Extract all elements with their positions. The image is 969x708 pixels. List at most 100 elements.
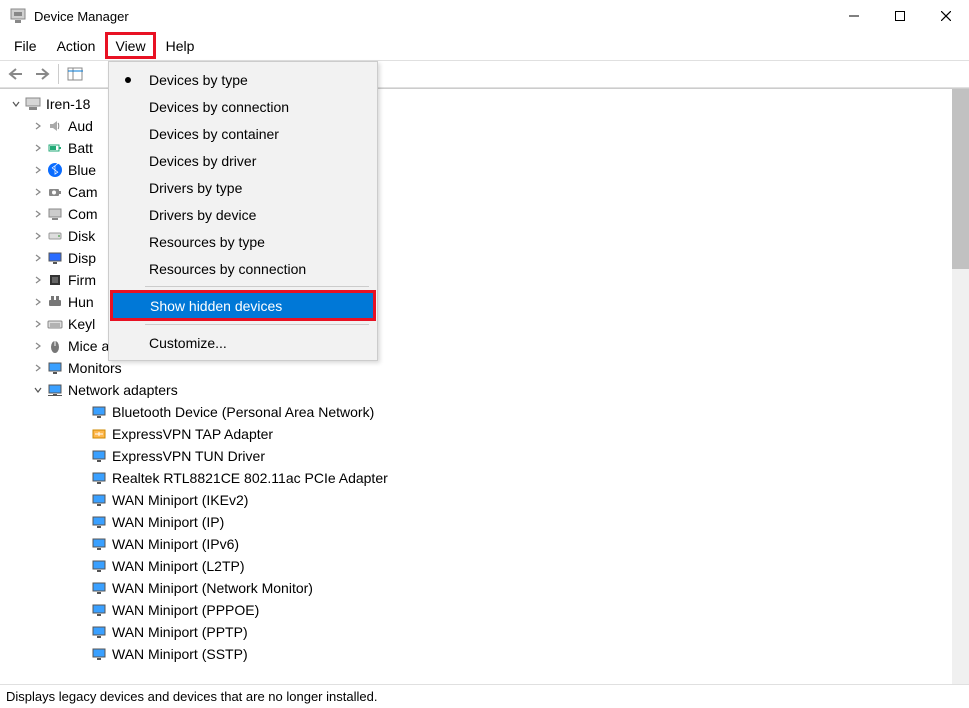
twisty-icon[interactable] [30, 228, 46, 244]
tree-node-label: WAN Miniport (IP) [112, 511, 224, 533]
titlebar: Device Manager [0, 0, 969, 32]
twisty-spacer [74, 646, 90, 662]
tree-device-node[interactable]: WAN Miniport (L2TP) [66, 555, 952, 577]
twisty-icon[interactable] [30, 140, 46, 156]
network-adapter-icon [90, 470, 108, 486]
computer-icon [46, 206, 64, 222]
mouse-icon [46, 338, 64, 354]
network-adapter-icon [90, 536, 108, 552]
menu-action[interactable]: Action [47, 32, 106, 59]
twisty-icon[interactable] [30, 118, 46, 134]
twisty-icon[interactable] [8, 96, 24, 112]
twisty-icon[interactable] [30, 250, 46, 266]
vertical-scrollbar[interactable] [952, 89, 969, 684]
tree-category-node[interactable]: Network adapters [22, 379, 952, 401]
tree-node-label: WAN Miniport (SSTP) [112, 643, 248, 665]
hid-icon [46, 294, 64, 310]
viewmenu-item-label: Devices by type [149, 72, 248, 88]
viewmenu-item-label: Devices by container [149, 126, 279, 142]
twisty-icon[interactable] [30, 272, 46, 288]
twisty-icon[interactable] [30, 316, 46, 332]
viewmenu-item[interactable]: Devices by container [109, 120, 377, 147]
tree-device-node[interactable]: WAN Miniport (PPPOE) [66, 599, 952, 621]
menu-help[interactable]: Help [156, 32, 205, 59]
tree-device-node[interactable]: WAN Miniport (IKEv2) [66, 489, 952, 511]
viewmenu-item[interactable]: Drivers by device [109, 201, 377, 228]
viewmenu-item-label: Show hidden devices [150, 298, 282, 314]
viewmenu-item[interactable]: Devices by driver [109, 147, 377, 174]
twisty-icon[interactable] [30, 294, 46, 310]
tree-device-node[interactable]: Realtek RTL8821CE 802.11ac PCIe Adapter [66, 467, 952, 489]
twisty-icon[interactable] [30, 162, 46, 178]
tree-device-node[interactable]: ExpressVPN TAP Adapter [66, 423, 952, 445]
viewmenu-item-label: Drivers by device [149, 207, 256, 223]
show-hide-tree-button[interactable] [63, 63, 87, 85]
viewmenu-item[interactable]: Devices by connection [109, 93, 377, 120]
bluetooth-icon [46, 162, 64, 178]
window-controls [831, 0, 969, 32]
viewmenu-item[interactable]: Resources by connection [109, 255, 377, 282]
nav-forward-button[interactable] [30, 63, 54, 85]
twisty-spacer [74, 404, 90, 420]
tree-node-label: Batt [68, 137, 93, 159]
twisty-spacer [74, 470, 90, 486]
tree-node-label: WAN Miniport (PPPOE) [112, 599, 259, 621]
close-button[interactable] [923, 0, 969, 32]
twisty-spacer [74, 426, 90, 442]
network-icon [46, 382, 64, 398]
tree-node-label: WAN Miniport (L2TP) [112, 555, 245, 577]
twisty-icon[interactable] [30, 184, 46, 200]
viewmenu-item[interactable]: Resources by type [109, 228, 377, 255]
maximize-button[interactable] [877, 0, 923, 32]
viewmenu-customize[interactable]: Customize... [109, 329, 377, 356]
tree-node-label: ExpressVPN TUN Driver [112, 445, 265, 467]
app-icon [10, 8, 26, 24]
twisty-icon[interactable] [30, 206, 46, 222]
tree-node-label: Iren-18 [46, 93, 90, 115]
disk-icon [46, 228, 64, 244]
menu-separator [145, 286, 369, 287]
twisty-spacer [74, 602, 90, 618]
window-title: Device Manager [34, 9, 831, 24]
tree-device-node[interactable]: WAN Miniport (PPTP) [66, 621, 952, 643]
tree-device-node[interactable]: WAN Miniport (Network Monitor) [66, 577, 952, 599]
viewmenu-item[interactable]: Drivers by type [109, 174, 377, 201]
tree-device-node[interactable]: WAN Miniport (SSTP) [66, 643, 952, 665]
tree-node-label: Firm [68, 269, 96, 291]
tree-node-label: Hun [68, 291, 94, 313]
minimize-button[interactable] [831, 0, 877, 32]
network-adapter-icon [90, 514, 108, 530]
tree-node-label: WAN Miniport (Network Monitor) [112, 577, 313, 599]
scroll-thumb[interactable] [952, 89, 969, 269]
tree-node-label: Aud [68, 115, 93, 137]
viewmenu-item[interactable]: Devices by type [109, 66, 377, 93]
tree-node-label: Com [68, 203, 98, 225]
bullet-icon [125, 77, 131, 83]
display-icon [46, 250, 64, 266]
twisty-icon[interactable] [30, 382, 46, 398]
twisty-icon[interactable] [30, 360, 46, 376]
tree-node-label: WAN Miniport (PPTP) [112, 621, 248, 643]
computer-icon [24, 96, 42, 112]
tree-device-node[interactable]: WAN Miniport (IP) [66, 511, 952, 533]
viewmenu-item-label: Customize... [149, 335, 227, 351]
toolbar: Devices by typeDevices by connectionDevi… [0, 60, 969, 88]
battery-icon [46, 140, 64, 156]
network-adapter-icon [90, 426, 108, 442]
tree-node-label: Realtek RTL8821CE 802.11ac PCIe Adapter [112, 467, 388, 489]
tree-node-label: WAN Miniport (IKEv2) [112, 489, 248, 511]
network-adapter-icon [90, 448, 108, 464]
nav-back-button[interactable] [4, 63, 28, 85]
viewmenu-show-hidden[interactable]: Show hidden devices [110, 290, 376, 321]
camera-icon [46, 184, 64, 200]
firmware-icon [46, 272, 64, 288]
menu-view[interactable]: View [105, 32, 155, 59]
twisty-icon[interactable] [30, 338, 46, 354]
tree-node-label: Disk [68, 225, 95, 247]
tree-device-node[interactable]: Bluetooth Device (Personal Area Network) [66, 401, 952, 423]
tree-device-node[interactable]: ExpressVPN TUN Driver [66, 445, 952, 467]
tree-device-node[interactable]: WAN Miniport (IPv6) [66, 533, 952, 555]
menu-file[interactable]: File [4, 32, 47, 59]
twisty-spacer [74, 558, 90, 574]
tree-node-label: ExpressVPN TAP Adapter [112, 423, 273, 445]
